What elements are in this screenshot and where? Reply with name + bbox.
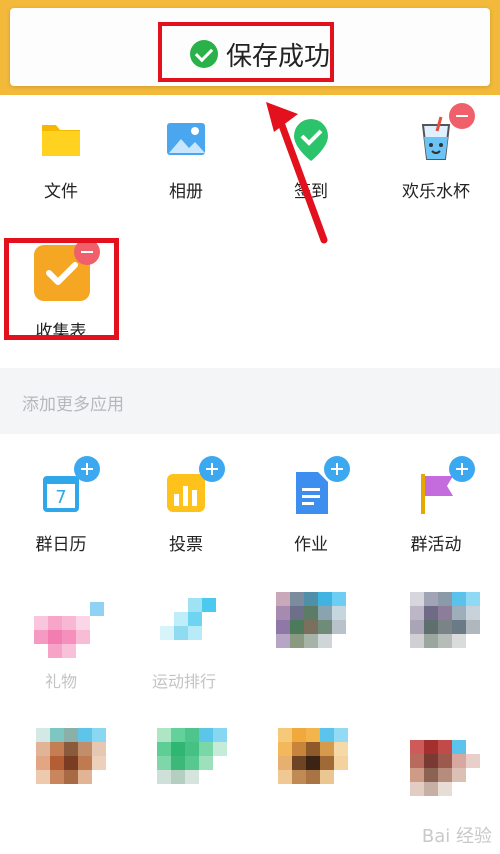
blurred-app-icon bbox=[276, 592, 346, 662]
blurred-app-icon bbox=[278, 728, 348, 798]
app-label: 群活动 bbox=[410, 535, 462, 555]
blurred-label: 礼物 bbox=[45, 672, 78, 691]
blurred-label: 运动排行 bbox=[152, 672, 217, 691]
app-album[interactable]: 相册 bbox=[131, 115, 241, 225]
watermark: Bai 经验 bbox=[421, 826, 492, 847]
app-homework[interactable]: 作业 bbox=[256, 456, 366, 578]
app-label: 投票 bbox=[169, 535, 203, 555]
app-water-cup[interactable]: 欢乐水杯 bbox=[381, 103, 491, 225]
remove-badge-icon[interactable] bbox=[449, 103, 475, 129]
blurred-app-icon bbox=[34, 602, 104, 672]
app-group-activity[interactable]: 群活动 bbox=[381, 456, 491, 578]
app-label: 欢乐水杯 bbox=[402, 182, 470, 202]
blurred-app-icon bbox=[410, 740, 480, 810]
blurred-app-icon bbox=[36, 728, 106, 798]
blurred-app-icon bbox=[410, 592, 480, 662]
highlight-box-toast bbox=[158, 22, 334, 82]
app-label: 作业 bbox=[294, 535, 328, 555]
blurred-app-icon bbox=[160, 598, 230, 668]
app-group-calendar[interactable]: 7 群日历 bbox=[6, 456, 116, 578]
add-badge-icon[interactable] bbox=[199, 456, 225, 482]
add-badge-icon[interactable] bbox=[74, 456, 100, 482]
add-badge-icon[interactable] bbox=[449, 456, 475, 482]
folder-icon bbox=[36, 115, 86, 165]
svg-text:7: 7 bbox=[55, 487, 66, 508]
app-label: 群日历 bbox=[35, 535, 87, 555]
highlight-box-collect bbox=[4, 238, 119, 340]
app-vote[interactable]: 投票 bbox=[131, 456, 241, 578]
add-more-section: 添加更多应用 bbox=[0, 368, 500, 434]
blurred-app-icon bbox=[157, 728, 227, 798]
section-title: 添加更多应用 bbox=[22, 395, 124, 415]
red-arrow-icon bbox=[266, 102, 328, 244]
photo-album-icon bbox=[161, 115, 211, 165]
add-badge-icon[interactable] bbox=[324, 456, 350, 482]
app-label: 文件 bbox=[44, 182, 78, 202]
app-file[interactable]: 文件 bbox=[6, 115, 116, 225]
app-label: 相册 bbox=[169, 182, 203, 202]
